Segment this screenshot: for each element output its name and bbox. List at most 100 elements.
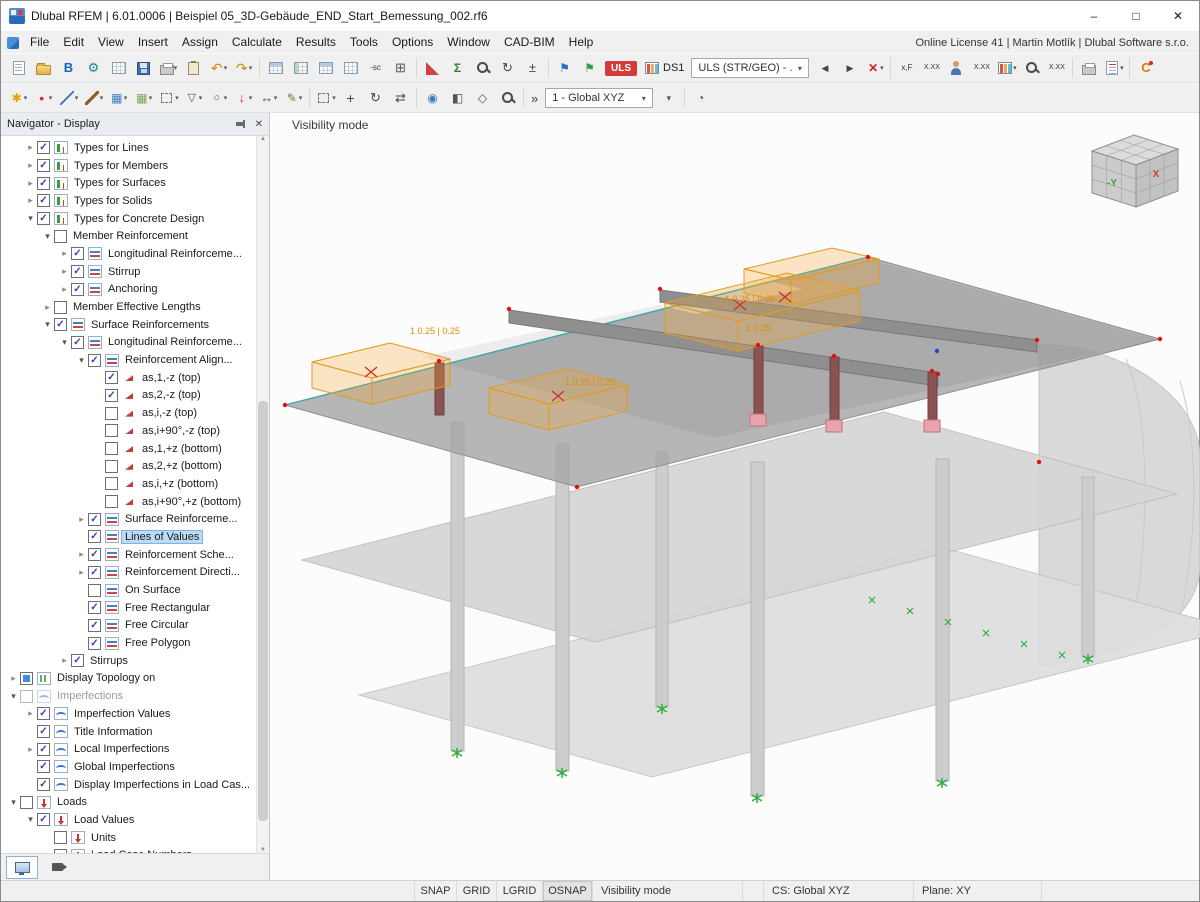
chevron-down-icon[interactable]: ▾: [332, 94, 336, 102]
menu-tools[interactable]: Tools: [343, 32, 385, 53]
checkbox[interactable]: ✓: [37, 141, 50, 154]
checkbox[interactable]: ✓: [37, 725, 50, 738]
checkbox[interactable]: ✓: [88, 354, 101, 367]
select-icon[interactable]: ▾: [313, 86, 338, 110]
checkbox[interactable]: [20, 690, 33, 703]
menu-options[interactable]: Options: [385, 32, 440, 53]
tree-item-longitudinal-reinforceme[interactable]: ▾✓Longitudinal Reinforceme...: [1, 334, 256, 352]
chevron-down-icon[interactable]: ▾: [24, 94, 28, 102]
tree-item-anchoring[interactable]: ▸✓Anchoring: [1, 281, 256, 299]
tree-item-load-values[interactable]: ▾✓Load Values: [1, 811, 256, 829]
tree-item-types-for-surfaces[interactable]: ▸✓Types for Surfaces: [1, 174, 256, 192]
zoom-icon[interactable]: [495, 86, 520, 110]
collapse-icon[interactable]: ▾: [75, 355, 88, 366]
views-navigator-tab[interactable]: [41, 856, 73, 879]
chevron-down-icon[interactable]: ▾: [174, 64, 178, 72]
tree-item-on-surface[interactable]: On Surface: [1, 581, 256, 599]
tree-item-local-imperfections[interactable]: ▸✓Local Imperfections: [1, 740, 256, 758]
checkbox[interactable]: ✓: [37, 743, 50, 756]
new-line-icon[interactable]: ▾: [56, 86, 81, 110]
expand-icon[interactable]: ▸: [58, 655, 71, 666]
plus-minus-icon[interactable]: ±: [520, 56, 545, 80]
new-opening-icon[interactable]: ▾: [156, 86, 181, 110]
tree-item-stirrups[interactable]: ▸✓Stirrups: [1, 652, 256, 670]
chevron-down-icon[interactable]: ▾: [249, 94, 253, 102]
mirror-icon[interactable]: ⇄: [388, 86, 413, 110]
delete-results-icon[interactable]: ✕▾: [862, 56, 887, 80]
checkbox[interactable]: ✓: [71, 265, 84, 278]
new-load-icon[interactable]: ↓▾: [231, 86, 256, 110]
checkbox[interactable]: ✓: [71, 283, 84, 296]
chevron-down-icon[interactable]: ▾: [199, 94, 203, 102]
tree-item-types-for-concrete-design[interactable]: ▾✓Types for Concrete Design: [1, 210, 256, 228]
tree-item-as-2-z-top[interactable]: ✓as,2,-z (top): [1, 387, 256, 405]
tree-item-surface-reinforceme[interactable]: ▸✓Surface Reinforceme...: [1, 510, 256, 528]
previous-loadcase-icon[interactable]: ◀: [812, 56, 837, 80]
tree-item-as-2-z-bottom[interactable]: as,2,+z (bottom): [1, 457, 256, 475]
checkbox[interactable]: ✓: [88, 566, 101, 579]
member-results-icon[interactable]: x,F: [894, 56, 919, 80]
expand-icon[interactable]: ▸: [24, 160, 37, 171]
undo-icon[interactable]: ↶▾: [206, 56, 231, 80]
design-situation-flag-icon[interactable]: ⚑: [552, 56, 577, 80]
tree-item-free-circular[interactable]: ✓Free Circular: [1, 617, 256, 635]
expand-icon[interactable]: ▸: [75, 567, 88, 578]
chevron-down-icon[interactable]: ▾: [880, 64, 884, 72]
coordinate-system-combo[interactable]: 1 - Global XYZ▾: [545, 88, 653, 108]
calculation-params-icon[interactable]: [420, 56, 445, 80]
expand-icon[interactable]: ▸: [24, 195, 37, 206]
chevron-down-icon[interactable]: ▾: [793, 64, 806, 73]
checkbox[interactable]: ✓: [54, 318, 67, 331]
panel-icon[interactable]: ▾: [994, 56, 1019, 80]
scrollbar-thumb[interactable]: [258, 401, 268, 821]
checkbox[interactable]: ✓: [37, 760, 50, 773]
c-logo-icon[interactable]: [1133, 56, 1158, 80]
checkbox[interactable]: [88, 584, 101, 597]
settings-gear-icon[interactable]: ⚙: [81, 56, 106, 80]
expand-icon[interactable]: ▸: [41, 302, 54, 313]
menu-help[interactable]: Help: [562, 32, 601, 53]
tree-item-as-1-z-top[interactable]: ✓as,1,-z (top): [1, 369, 256, 387]
menu-calculate[interactable]: Calculate: [225, 32, 289, 53]
display-navigator-tab[interactable]: [6, 856, 38, 879]
result-values-icon[interactable]: X.XX: [919, 56, 944, 80]
menu-cad-bim[interactable]: CAD-BIM: [497, 32, 562, 53]
chevron-down-icon[interactable]: ▾: [49, 94, 53, 102]
checkbox[interactable]: [105, 460, 118, 473]
chevron-down-icon[interactable]: ▾: [637, 94, 650, 103]
tree-item-as-1-z-bottom[interactable]: as,1,+z (bottom): [1, 440, 256, 458]
checkbox[interactable]: ✓: [88, 513, 101, 526]
close-icon[interactable]: ✕: [255, 119, 263, 130]
tree-item-longitudinal-reinforceme[interactable]: ▸✓Longitudinal Reinforceme...: [1, 245, 256, 263]
design-situation-label[interactable]: DS1: [640, 60, 688, 76]
expand-icon[interactable]: ▸: [24, 178, 37, 189]
isometric-view-icon[interactable]: ◇: [470, 86, 495, 110]
chevron-down-icon[interactable]: ▾: [149, 94, 153, 102]
print-icon[interactable]: ▾: [156, 56, 181, 80]
model-canvas[interactable]: 1 0.25 | 0.251 0.25 | 0.251 0.25 | 0.251…: [270, 113, 1200, 888]
collapse-icon[interactable]: ▾: [58, 337, 71, 348]
tree-item-reinforcement-directi[interactable]: ▸✓Reinforcement Directi...: [1, 564, 256, 582]
tree-item-free-rectangular[interactable]: ✓Free Rectangular: [1, 599, 256, 617]
expand-icon[interactable]: ▸: [75, 514, 88, 525]
menu-results[interactable]: Results: [289, 32, 343, 53]
printout-report-icon[interactable]: ▾: [1101, 56, 1126, 80]
new-surface-icon[interactable]: ▦▾: [106, 86, 131, 110]
tree-item-global-imperfections[interactable]: ✓Global Imperfections: [1, 758, 256, 776]
tree-item-reinforcement-align[interactable]: ▾✓Reinforcement Align...: [1, 351, 256, 369]
expand-icon[interactable]: ▸: [58, 266, 71, 277]
new-support-icon[interactable]: ▽▾: [181, 86, 206, 110]
menu-assign[interactable]: Assign: [175, 32, 225, 53]
toolbar-overflow-chevron[interactable]: »: [527, 91, 542, 106]
expand-icon[interactable]: ▸: [24, 708, 37, 719]
checkbox[interactable]: ✓: [88, 548, 101, 561]
chevron-down-icon[interactable]: ▾: [175, 94, 179, 102]
chevron-down-icon[interactable]: ▾: [249, 64, 253, 72]
new-hinge-icon[interactable]: ○▾: [206, 86, 231, 110]
menu-file[interactable]: File: [23, 32, 56, 53]
tree-item-display-imperfections-in-load-cas[interactable]: ✓Display Imperfections in Load Cas...: [1, 776, 256, 794]
checkbox[interactable]: ✓: [37, 707, 50, 720]
tree-item-member-effective-lengths[interactable]: ▸Member Effective Lengths: [1, 298, 256, 316]
print-graphic-icon[interactable]: [1076, 56, 1101, 80]
pin-icon[interactable]: [235, 118, 247, 130]
